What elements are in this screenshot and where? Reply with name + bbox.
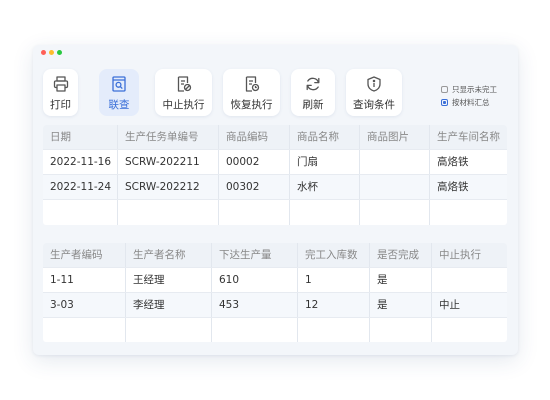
table-cell — [430, 200, 507, 225]
table-header-row: 生产者编码 生产者名称 下达生产量 完工入库数 是否完成 中止执行 — [43, 243, 507, 268]
table-header-row: 日期 生产任务单编号 商品编码 商品名称 商品图片 生产车间名称 — [43, 125, 507, 150]
print-button-label: 打印 — [50, 99, 71, 111]
table-row[interactable]: 1-11 王经理 610 1 是 — [43, 268, 507, 293]
table-row[interactable]: 2022-11-16 SCRW-202211 00002 门扇 高烙铁 — [43, 150, 507, 175]
query-conditions-button-label: 查询条件 — [353, 99, 395, 111]
column-header[interactable]: 商品名称 — [290, 125, 360, 149]
column-header[interactable]: 下达生产量 — [212, 243, 298, 267]
table-row[interactable]: 2022-11-24 SCRW-202212 00302 水杯 高烙铁 — [43, 175, 507, 200]
refresh-icon — [306, 77, 320, 91]
table-cell: 是 — [370, 268, 432, 292]
refresh-button-label: 刷新 — [302, 99, 324, 111]
checkbox-icon — [441, 86, 448, 93]
table-cell — [360, 150, 430, 174]
column-header[interactable]: 日期 — [43, 125, 118, 149]
table-cell: 453 — [212, 293, 298, 317]
query-conditions-button[interactable]: 查询条件 — [346, 69, 402, 116]
table-cell — [360, 175, 430, 199]
resume-execution-button-label: 恢复执行 — [230, 99, 273, 111]
document-search-icon — [112, 76, 126, 92]
close-window-button[interactable] — [41, 50, 46, 55]
table-cell: 是 — [370, 293, 432, 317]
table-cell: 12 — [298, 293, 370, 317]
table-cell — [432, 268, 507, 292]
table-cell — [126, 318, 212, 342]
title-bar — [33, 45, 518, 59]
print-button[interactable]: 打印 — [43, 69, 78, 116]
table-cell: 门扇 — [290, 150, 360, 174]
column-header[interactable]: 商品图片 — [360, 125, 430, 149]
maximize-window-button[interactable] — [57, 50, 62, 55]
table-cell — [43, 318, 126, 342]
column-header[interactable]: 商品编码 — [219, 125, 290, 149]
linked-query-button[interactable]: 联查 — [99, 69, 139, 116]
app-window: 打印 联查 中止执行 恢复执行 刷新 查询条件 只显示未完工 按材料汇总 日期 … — [33, 45, 518, 355]
column-header[interactable]: 生产者名称 — [126, 243, 212, 267]
table-row-empty — [43, 318, 507, 342]
column-header[interactable]: 是否完成 — [370, 243, 432, 267]
table-cell: SCRW-202212 — [118, 175, 219, 199]
table-cell — [370, 318, 432, 342]
table-row[interactable]: 3-03 李经理 453 12 是 中止 — [43, 293, 507, 318]
table-cell: 00002 — [219, 150, 290, 174]
production-task-table: 日期 生产任务单编号 商品编码 商品名称 商品图片 生产车间名称 2022-11… — [43, 125, 507, 225]
table-cell: 中止 — [439, 299, 460, 311]
info-shield-icon — [367, 76, 381, 92]
table-cell: 1 — [298, 268, 370, 292]
column-header[interactable]: 完工入库数 — [298, 243, 370, 267]
table-cell: 610 — [212, 268, 298, 292]
producer-detail-table: 生产者编码 生产者名称 下达生产量 完工入库数 是否完成 中止执行 1-11 王… — [43, 243, 507, 342]
table-cell: 水杯 — [290, 175, 360, 199]
table-cell: 高烙铁 — [437, 156, 469, 168]
suspend-execution-button[interactable]: 中止执行 — [155, 69, 212, 116]
resume-execution-button[interactable]: 恢复执行 — [223, 69, 280, 116]
table-cell: 1-11 — [43, 268, 126, 292]
suspend-execution-button-label: 中止执行 — [162, 99, 205, 111]
table-cell — [298, 318, 370, 342]
table-cell: 2022-11-24 — [43, 175, 118, 199]
table-cell: 3-03 — [43, 293, 126, 317]
table-cell — [118, 200, 219, 225]
table-cell — [212, 318, 298, 342]
checkbox-checked-icon — [441, 99, 448, 106]
table-cell: 2022-11-16 — [43, 150, 118, 174]
document-stop-icon — [177, 76, 191, 92]
only-unfinished-checkbox[interactable]: 只显示未完工 — [441, 83, 517, 96]
column-header[interactable]: 生产任务单编号 — [118, 125, 219, 149]
table-cell: 00302 — [219, 175, 290, 199]
linked-query-button-label: 联查 — [108, 99, 130, 111]
table-cell: SCRW-202211 — [118, 150, 219, 174]
filter-options: 只显示未完工 按材料汇总 — [441, 83, 517, 109]
table-cell — [43, 200, 118, 225]
column-header[interactable]: 中止执行 — [432, 243, 507, 267]
table-cell — [360, 200, 430, 225]
table-cell: 高烙铁 — [437, 181, 469, 193]
table-cell — [219, 200, 290, 225]
minimize-window-button[interactable] — [49, 50, 54, 55]
summarize-by-material-label: 按材料汇总 — [452, 98, 490, 107]
refresh-button[interactable]: 刷新 — [291, 69, 335, 116]
table-cell: 王经理 — [126, 268, 212, 292]
column-header[interactable]: 生产车间名称 — [430, 125, 507, 149]
column-header[interactable]: 生产者编码 — [43, 243, 126, 267]
document-restore-icon — [245, 76, 259, 92]
printer-icon — [53, 76, 68, 92]
table-row-empty — [43, 200, 507, 225]
table-cell — [290, 200, 360, 225]
summarize-by-material-checkbox[interactable]: 按材料汇总 — [441, 96, 517, 109]
table-cell: 李经理 — [126, 293, 212, 317]
only-unfinished-label: 只显示未完工 — [452, 85, 497, 94]
table-cell — [432, 318, 507, 342]
